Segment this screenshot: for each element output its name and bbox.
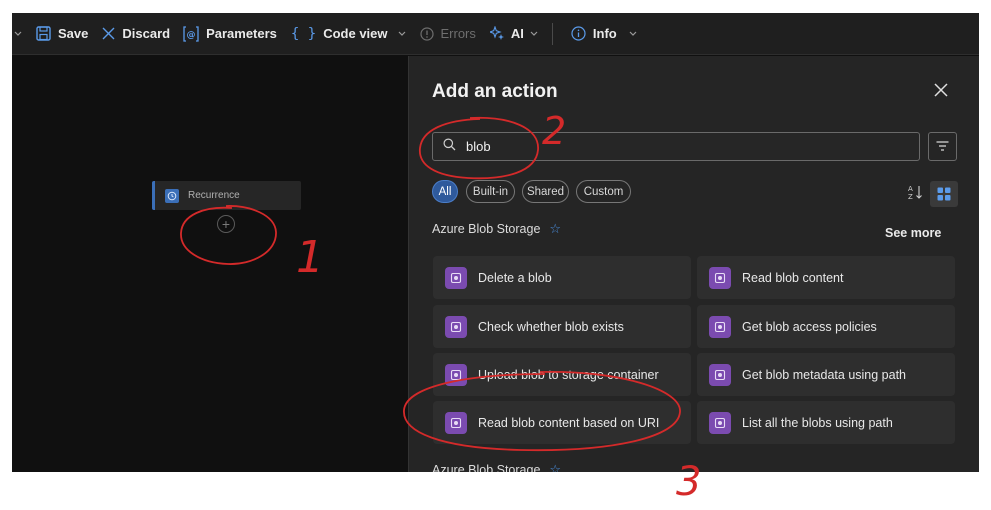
parameters-icon: @ — [183, 25, 199, 42]
blob-storage-icon — [445, 315, 467, 338]
action-card[interactable]: Get blob access policies — [697, 305, 955, 348]
action-card[interactable]: Upload blob to storage container — [433, 353, 691, 396]
blob-storage-icon — [709, 266, 731, 289]
filter-button[interactable] — [928, 132, 957, 161]
close-icon — [934, 82, 948, 102]
svg-text:A: A — [908, 185, 913, 193]
search-icon — [443, 138, 456, 156]
action-card[interactable]: Read blob content — [697, 256, 955, 299]
close-panel-button[interactable] — [931, 82, 951, 102]
svg-text:@: @ — [187, 30, 196, 40]
action-card[interactable]: Get blob metadata using path — [697, 353, 955, 396]
section-title: Azure Blob Storage ☆ — [432, 221, 561, 237]
error-circle-icon — [419, 26, 434, 41]
errors-button[interactable]: Errors — [419, 13, 476, 55]
blob-storage-icon — [709, 315, 731, 338]
action-card[interactable]: Read blob content based on URI — [433, 401, 691, 444]
code-view-button[interactable]: { } Code view — [291, 13, 406, 55]
save-button[interactable]: Save — [36, 13, 88, 55]
info-icon — [571, 26, 586, 41]
action-label: Upload blob to storage container — [478, 367, 659, 382]
blob-storage-icon — [445, 266, 467, 289]
parameters-label: Parameters — [206, 26, 277, 41]
errors-label: Errors — [440, 26, 476, 41]
action-label: Delete a blob — [478, 270, 552, 285]
chevron-down-icon[interactable] — [12, 13, 24, 55]
section-title-label: Azure Blob Storage — [432, 222, 541, 236]
code-view-label: Code view — [323, 26, 388, 41]
toolbar-divider — [551, 22, 553, 45]
blob-storage-icon — [445, 363, 467, 386]
info-button[interactable]: Info — [571, 13, 637, 55]
svg-text:Z: Z — [908, 193, 913, 200]
save-label: Save — [58, 26, 89, 41]
ai-button[interactable]: AI — [489, 13, 538, 55]
recurrence-trigger-node[interactable]: Recurrence — [152, 181, 301, 210]
chip-all[interactable]: All — [432, 180, 458, 203]
star-icon[interactable]: ☆ — [549, 221, 561, 237]
discard-button[interactable]: Discard — [102, 13, 170, 55]
action-label: List all the blobs using path — [742, 415, 893, 430]
ai-label: AI — [510, 26, 524, 41]
action-card[interactable]: Delete a blob — [433, 256, 691, 299]
add-step-button[interactable]: + — [217, 215, 235, 233]
search-input[interactable] — [466, 139, 866, 154]
parameters-button[interactable]: @ Parameters — [183, 13, 277, 55]
panel-title: Add an action — [432, 81, 558, 102]
blob-storage-icon — [445, 411, 467, 434]
action-label: Read blob content based on URI — [478, 415, 660, 430]
chip-shared[interactable]: Shared — [522, 180, 569, 203]
save-icon — [36, 26, 51, 41]
chip-custom[interactable]: Custom — [576, 180, 631, 203]
action-card[interactable]: List all the blobs using path — [697, 401, 955, 444]
blob-storage-icon — [709, 411, 731, 434]
app-window: Save Discard @ Parameters { } Code view — [12, 13, 979, 472]
chevron-down-icon — [629, 31, 637, 37]
sort-az-icon[interactable]: AZ — [906, 183, 924, 201]
code-braces-icon: { } — [290, 25, 317, 42]
plus-icon: + — [221, 216, 231, 232]
add-action-panel: Add an action All Built-in Shared Custom… — [408, 56, 979, 472]
action-label: Read blob content — [742, 270, 844, 285]
action-card[interactable]: Check whether blob exists — [433, 305, 691, 348]
see-more-link[interactable]: See more — [885, 226, 941, 240]
sparkle-icon — [489, 26, 505, 41]
search-box[interactable] — [432, 132, 920, 161]
designer-toolbar: Save Discard @ Parameters { } Code view — [12, 13, 979, 55]
discard-label: Discard — [122, 26, 171, 41]
blob-storage-icon — [709, 363, 731, 386]
filter-icon — [936, 138, 949, 156]
recurrence-label: Recurrence — [188, 190, 240, 201]
clock-icon — [165, 188, 179, 203]
close-icon — [102, 27, 115, 40]
section-title-label: Azure Blob Storage — [432, 463, 541, 472]
designer-canvas[interactable]: Recurrence + — [12, 56, 408, 472]
chevron-down-icon — [398, 31, 406, 37]
action-label: Get blob metadata using path — [742, 367, 907, 382]
info-label: Info — [592, 26, 617, 41]
grid-view-icon[interactable] — [930, 181, 958, 207]
action-label: Check whether blob exists — [478, 319, 624, 334]
action-label: Get blob access policies — [742, 319, 877, 334]
star-icon[interactable]: ☆ — [549, 462, 561, 472]
chip-built-in[interactable]: Built-in — [466, 180, 515, 203]
chevron-down-icon — [530, 31, 538, 37]
section-title: Azure Blob Storage ☆ — [432, 462, 561, 472]
